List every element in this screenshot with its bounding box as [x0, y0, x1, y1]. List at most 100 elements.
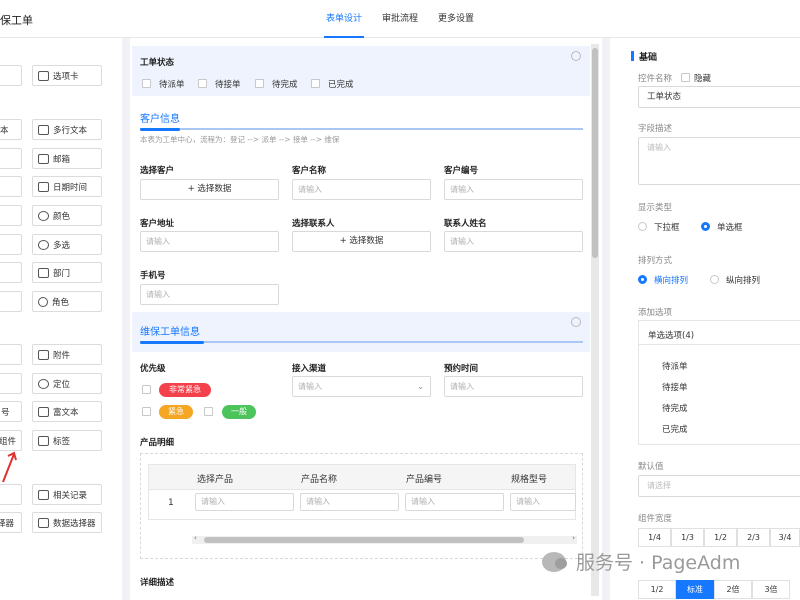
channel-label: 接入渠道	[292, 364, 327, 374]
building-icon	[38, 267, 49, 278]
palette-item-a9[interactable]	[0, 344, 22, 365]
table-scrollbar-thumb[interactable]	[204, 537, 524, 543]
table-cell-input-1[interactable]: 请输入	[195, 493, 294, 511]
section-marker	[631, 51, 634, 61]
width2-option-half[interactable]: 1/2	[638, 580, 676, 599]
palette-attachment[interactable]: 附件	[32, 344, 102, 365]
palette-tabs[interactable]: 选项卡	[32, 65, 102, 86]
tab-more-settings[interactable]: 更多设置	[428, 0, 484, 38]
display-radio-radio[interactable]	[701, 222, 710, 231]
palette-department[interactable]: 部门	[32, 262, 102, 283]
width-option-three-quarters[interactable]: 3/4	[770, 528, 800, 547]
palette-role[interactable]: 角色	[32, 291, 102, 312]
table-cell-input-3[interactable]: 请输入	[405, 493, 504, 511]
phone-input[interactable]: 请输入	[140, 284, 279, 305]
option-item[interactable]: 待完成	[662, 402, 688, 414]
field-desc-textarea[interactable]: 请输入	[638, 137, 800, 185]
appointment-input[interactable]: 请输入	[444, 376, 583, 397]
palette-item-a5[interactable]	[0, 205, 22, 226]
app-title: 保工单	[0, 14, 33, 27]
palette-item-a13[interactable]	[0, 484, 22, 505]
palette-data-selector[interactable]: 数据选择器	[32, 512, 102, 533]
palette-tag[interactable]: 标签	[32, 430, 102, 451]
customer-name-input[interactable]: 请输入	[292, 179, 431, 200]
palette-email[interactable]: 邮箱	[32, 148, 102, 169]
customer-addr-input[interactable]: 请输入	[140, 231, 279, 252]
option-item[interactable]: 已完成	[662, 423, 688, 435]
priority-checkbox-2[interactable]	[142, 407, 151, 416]
status-checkbox-1[interactable]	[142, 79, 151, 88]
width2-option-triple[interactable]: 3倍	[752, 580, 790, 599]
width-option-third[interactable]: 1/3	[671, 528, 704, 547]
palette-item-a7[interactable]	[0, 262, 22, 283]
customer-no-input[interactable]: 请输入	[444, 179, 583, 200]
table-cell-input-2[interactable]: 请输入	[300, 493, 399, 511]
palette-item-a4[interactable]	[0, 176, 22, 197]
canvas-scrollbar[interactable]	[591, 44, 599, 596]
select-contact-button[interactable]: + 选择数据	[292, 231, 431, 252]
scroll-left-icon[interactable]: ‹	[194, 534, 197, 542]
user-icon	[38, 296, 48, 307]
trash-icon[interactable]	[571, 317, 581, 327]
palette-item-a8[interactable]	[0, 291, 22, 312]
priority-checkbox-1[interactable]	[142, 385, 151, 394]
default-value-select[interactable]: 请选择	[638, 475, 800, 497]
table-scrollbar[interactable]: ‹ ›	[192, 534, 577, 544]
status-checkbox-2[interactable]	[198, 79, 207, 88]
width-option-quarter[interactable]: 1/4	[638, 528, 671, 547]
width-option-two-thirds[interactable]: 2/3	[737, 528, 770, 547]
widget-name-label: 控件名称	[638, 74, 673, 84]
palette-item-a6[interactable]	[0, 234, 22, 255]
trash-icon[interactable]	[571, 51, 581, 61]
palette-item-a12[interactable]: 组件	[0, 430, 22, 451]
palette-rich-text[interactable]: 富文本	[32, 401, 102, 422]
palette-item-a10[interactable]	[0, 373, 22, 394]
palette-item-a3[interactable]	[0, 148, 22, 169]
tab-approval-flow[interactable]: 审批流程	[372, 0, 428, 38]
palette-item-a11[interactable]: 号	[0, 401, 22, 422]
display-dropdown-radio[interactable]	[638, 222, 647, 231]
status-checkbox-3[interactable]	[255, 79, 264, 88]
display-radio-label: 单选框	[717, 223, 743, 233]
status-checkbox-4[interactable]	[311, 79, 320, 88]
channel-select[interactable]: 请输入 ⌄	[292, 376, 431, 397]
palette-item-a14[interactable]: 择器	[0, 512, 22, 533]
palette-multi-select[interactable]: 多选	[32, 234, 102, 255]
tab-form-design[interactable]: 表单设计	[316, 0, 372, 38]
status-option-2: 待接单	[215, 80, 241, 90]
select-customer-button[interactable]: + 选择数据	[140, 179, 279, 200]
priority-label: 优先级	[140, 364, 166, 374]
widget-name-input[interactable]: 工单状态	[638, 86, 800, 108]
top-header: 保工单 表单设计 审批流程 更多设置	[0, 0, 800, 38]
location-icon	[38, 378, 49, 389]
maint-section-block[interactable]	[132, 312, 590, 352]
width2-option-double[interactable]: 2倍	[714, 580, 752, 599]
palette-color[interactable]: 颜色	[32, 205, 102, 226]
hide-checkbox[interactable]	[681, 73, 690, 82]
contact-name-label: 联系人姓名	[444, 219, 487, 229]
properties-panel: 基础 控件名称 隐藏 工单状态 字段描述 请输入 显示类型 下拉框 单选框 排列…	[610, 38, 800, 600]
component-palette: 本 号 组件 择器 选项卡 多行文本 邮箱 日期时间 颜色 多选 部门 角色 附…	[0, 38, 122, 600]
option-item[interactable]: 待接单	[662, 381, 688, 393]
palette-multiline-text[interactable]: 多行文本	[32, 119, 102, 140]
palette-datetime[interactable]: 日期时间	[32, 176, 102, 197]
scroll-right-icon[interactable]: ›	[572, 534, 575, 542]
priority-tag-urgent: 紧急	[159, 405, 193, 419]
table-cell-input-4[interactable]: 请输入	[510, 493, 576, 511]
arrange-horizontal-label: 横向排列	[654, 276, 689, 286]
width2-option-standard[interactable]: 标准	[676, 580, 714, 599]
palette-related-records[interactable]: 相关记录	[32, 484, 102, 505]
contact-name-input[interactable]: 请输入	[444, 231, 583, 252]
priority-checkbox-3[interactable]	[204, 407, 213, 416]
palette-item-a2[interactable]: 本	[0, 119, 22, 140]
status-field-block[interactable]	[132, 46, 590, 96]
canvas-scrollbar-thumb[interactable]	[592, 48, 598, 258]
arrange-horizontal-radio[interactable]	[638, 275, 647, 284]
arrange-label: 排列方式	[638, 256, 673, 266]
option-item[interactable]: 待派单	[662, 360, 688, 372]
arrange-vertical-radio[interactable]	[710, 275, 719, 284]
appointment-label: 预约时间	[444, 364, 479, 374]
palette-location[interactable]: 定位	[32, 373, 102, 394]
width-option-half[interactable]: 1/2	[704, 528, 737, 547]
palette-item-a1[interactable]	[0, 65, 22, 86]
